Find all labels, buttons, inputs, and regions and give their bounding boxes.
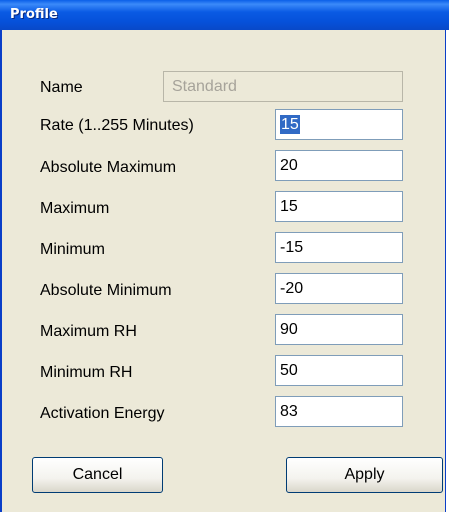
activation-energy-label: Activation Energy (40, 405, 165, 422)
window-title: Profile (0, 0, 449, 30)
name-label: Name (40, 79, 83, 96)
rate-input[interactable]: 15 (275, 109, 403, 140)
cancel-button[interactable]: Cancel (32, 457, 163, 493)
minimum-rh-input[interactable]: 50 (275, 355, 403, 386)
apply-button[interactable]: Apply (286, 457, 443, 493)
maximum-rh-label: Maximum RH (40, 323, 137, 340)
minimum-label: Minimum (40, 241, 105, 258)
rate-value: 15 (280, 115, 300, 134)
maximum-input[interactable]: 15 (275, 191, 403, 222)
maximum-rh-input[interactable]: 90 (275, 314, 403, 345)
profile-dialog: Profile Name Standard Rate (1..255 Minut… (0, 0, 449, 512)
maximum-label: Maximum (40, 200, 110, 217)
absolute-minimum-label: Absolute Minimum (40, 282, 172, 299)
name-field: Standard (163, 71, 403, 102)
activation-energy-input[interactable]: 83 (275, 396, 403, 427)
minimum-input[interactable]: -15 (275, 232, 403, 263)
absolute-maximum-label: Absolute Maximum (40, 159, 177, 176)
minimum-rh-label: Minimum RH (40, 364, 133, 381)
rate-label: Rate (1..255 Minutes) (40, 117, 194, 134)
absolute-minimum-input[interactable]: -20 (275, 273, 403, 304)
absolute-maximum-input[interactable]: 20 (275, 150, 403, 181)
